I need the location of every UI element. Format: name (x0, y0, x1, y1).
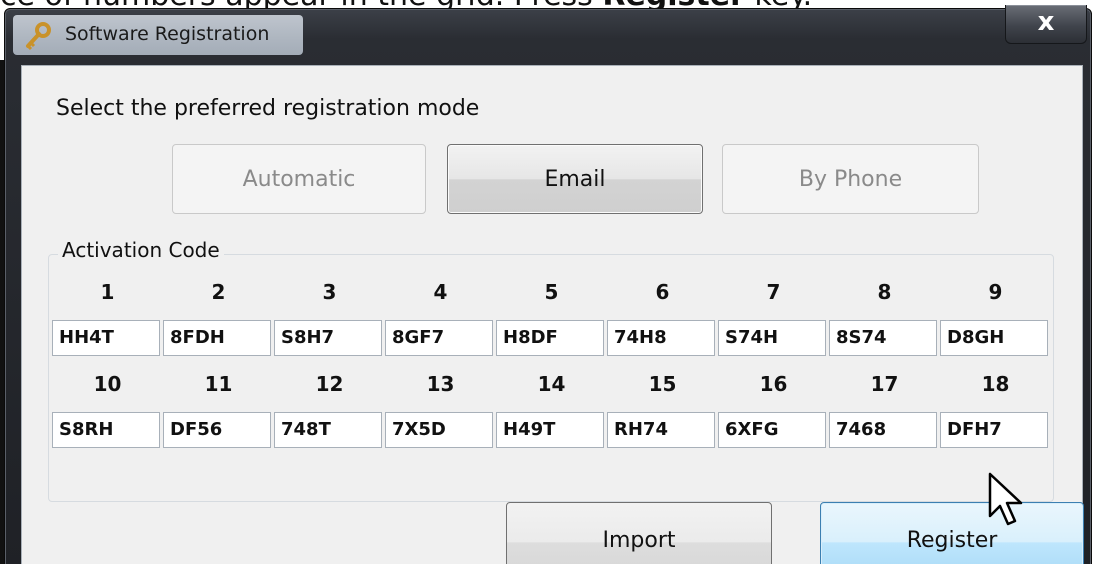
code-field[interactable]: H49T (496, 412, 604, 448)
code-field[interactable]: H8DF (496, 320, 604, 356)
code-field[interactable]: RH74 (607, 412, 715, 448)
code-number: 13 (426, 372, 455, 396)
code-number: 3 (322, 280, 337, 304)
code-field[interactable]: 7468 (829, 412, 937, 448)
code-number: 10 (93, 372, 122, 396)
screen: ce of numbers appear in the grid. Press … (0, 0, 1094, 564)
close-button[interactable]: x (1005, 5, 1087, 44)
activation-code-grid: 1 2 3 4 5 6 7 8 9 HH4T 8FDH S8H7 8GF7 H8… (52, 270, 1052, 454)
code-number: 4 (433, 280, 448, 304)
code-field[interactable]: 74H8 (607, 320, 715, 356)
code-number: 16 (759, 372, 788, 396)
mouse-pointer-icon (988, 472, 1023, 526)
code-field[interactable]: S8RH (52, 412, 160, 448)
code-number: 5 (544, 280, 559, 304)
code-number: 15 (648, 372, 677, 396)
code-number: 8 (877, 280, 892, 304)
code-field[interactable]: DF56 (163, 412, 271, 448)
title-bar[interactable]: Software Registration x (5, 5, 1091, 59)
dialog-body: Select the preferred registration mode A… (21, 65, 1084, 564)
code-number: 7 (766, 280, 781, 304)
automatic-button[interactable]: Automatic (172, 144, 426, 214)
code-field[interactable]: HH4T (52, 320, 160, 356)
window-title: Software Registration (65, 23, 270, 45)
code-number: 12 (315, 372, 344, 396)
email-button[interactable]: Email (447, 144, 703, 214)
code-number: 18 (981, 372, 1010, 396)
import-button[interactable]: Import (506, 502, 772, 564)
code-number: 11 (204, 372, 233, 396)
code-field[interactable]: D8GH (940, 320, 1048, 356)
code-field[interactable]: S74H (718, 320, 826, 356)
code-field[interactable]: 7X5D (385, 412, 493, 448)
code-number: 2 (211, 280, 226, 304)
activation-code-label: Activation Code (58, 238, 224, 262)
key-icon (26, 22, 51, 51)
code-field[interactable]: 6XFG (718, 412, 826, 448)
code-field[interactable]: 8FDH (163, 320, 271, 356)
code-number: 17 (870, 372, 899, 396)
number-row-1: 1 2 3 4 5 6 7 8 9 (52, 270, 1052, 316)
window-left-edge (0, 60, 4, 564)
code-field[interactable]: 748T (274, 412, 382, 448)
code-field[interactable]: 8S74 (829, 320, 937, 356)
code-row-2: S8RH DF56 748T 7X5D H49T RH74 6XFG 7468 … (52, 408, 1052, 454)
code-field[interactable]: 8GF7 (385, 320, 493, 356)
number-row-2: 10 11 12 13 14 15 16 17 18 (52, 362, 1052, 408)
code-number: 6 (655, 280, 670, 304)
code-field[interactable]: S8H7 (274, 320, 382, 356)
code-field[interactable]: DFH7 (940, 412, 1048, 448)
mode-prompt: Select the preferred registration mode (56, 96, 480, 121)
code-number: 9 (988, 280, 1003, 304)
register-button[interactable]: Register (820, 502, 1084, 564)
by-phone-button[interactable]: By Phone (722, 144, 979, 214)
code-number: 14 (537, 372, 566, 396)
code-number: 1 (100, 280, 115, 304)
code-row-1: HH4T 8FDH S8H7 8GF7 H8DF 74H8 S74H 8S74 … (52, 316, 1052, 362)
registration-window: Software Registration x Select the prefe… (4, 5, 1092, 564)
